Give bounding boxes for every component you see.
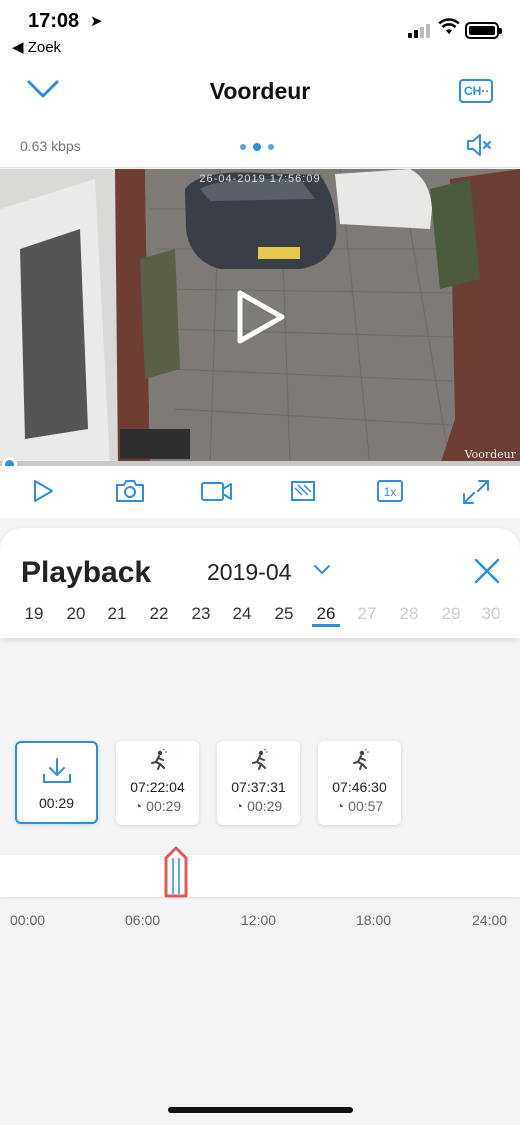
clip-start-time: 07:22:04: [130, 779, 185, 795]
chevron-down-icon[interactable]: [313, 564, 331, 576]
day-strip: 19 20 21 22 23 24 25 26 27 28 29 30: [0, 604, 520, 628]
timeline-track[interactable]: [0, 855, 520, 897]
channel-button[interactable]: CH··: [459, 79, 493, 103]
clip-duration: 00:29: [38, 795, 75, 811]
clock-icon: ◔: [234, 798, 248, 814]
day-item[interactable]: 21: [102, 604, 132, 624]
download-clip-card[interactable]: 00:29: [15, 741, 98, 824]
home-indicator[interactable]: [168, 1107, 353, 1113]
day-item[interactable]: 25: [269, 604, 299, 624]
svg-text:1x: 1x: [384, 485, 397, 499]
running-person-icon: [116, 748, 199, 776]
video-timestamp: 26-04-2019 17:56:09: [199, 173, 321, 185]
month-selector[interactable]: 2019-04: [207, 559, 291, 586]
clip-start-time: 07:46:30: [332, 779, 387, 795]
play-icon[interactable]: [31, 478, 55, 504]
record-icon[interactable]: [200, 478, 234, 504]
timeline-tick-label: 18:00: [356, 912, 392, 928]
download-icon: [17, 757, 96, 790]
location-arrow-icon: ➤: [90, 13, 103, 30]
day-item[interactable]: 20: [61, 604, 91, 624]
back-to-app-link[interactable]: ◀ Zoek: [12, 38, 61, 56]
playback-panel: Playback 2019-04 19 20 21 22 23 24 25 26…: [0, 528, 520, 638]
battery-icon: [465, 22, 502, 39]
timeline-tick-label: 00:00: [10, 912, 46, 928]
clip-duration-value: 00:29: [146, 798, 182, 814]
day-item: 30: [481, 604, 501, 623]
running-person-icon: [318, 748, 401, 776]
day-item[interactable]: 22: [144, 604, 174, 624]
clip-duration: ◔ 00:29: [116, 798, 199, 814]
camera-icon[interactable]: [115, 478, 145, 504]
day-item[interactable]: 23: [186, 604, 216, 624]
status-bar: 17:08 ➤ ◀ Zoek: [0, 0, 520, 60]
header: Voordeur CH·· 0.63 kbps: [0, 60, 520, 168]
fullscreen-icon[interactable]: [461, 478, 491, 506]
day-item: 27: [357, 604, 377, 623]
playback-title: Playback: [21, 556, 152, 589]
motion-clip-card[interactable]: 07:22:04 ◔ 00:29: [116, 741, 199, 825]
day-item[interactable]: 24: [227, 604, 257, 624]
play-overlay-icon[interactable]: [234, 288, 288, 346]
day-item: 28: [399, 604, 419, 623]
clock-icon: ◔: [133, 798, 147, 814]
clip-duration: ◔ 00:57: [318, 798, 401, 814]
speed-1x-icon[interactable]: 1x: [376, 478, 404, 504]
quality-icon[interactable]: [290, 478, 316, 504]
clip-duration: ◔ 00:29: [217, 798, 300, 814]
clip-duration-value: 00:29: [247, 798, 283, 814]
camera-overlay-label: Voordeur: [464, 448, 516, 461]
video-toolbar: 1x: [0, 466, 520, 518]
bitrate-label: 0.63 kbps: [20, 138, 81, 154]
page-dots-indicator: [240, 142, 280, 152]
timeline-tick-label: 24:00: [472, 912, 508, 928]
timeline-tick-label: 06:00: [125, 912, 161, 928]
motion-clip-card[interactable]: 07:37:31 ◔ 00:29: [217, 741, 300, 825]
day-item-selected[interactable]: 26: [311, 604, 341, 624]
motion-clip-card[interactable]: 07:46:30 ◔ 00:57: [318, 741, 401, 825]
status-time: 17:08: [28, 10, 80, 32]
day-item: 29: [441, 604, 461, 623]
cellular-signal-icon: [408, 22, 432, 38]
close-icon[interactable]: [474, 558, 500, 584]
timeline-cursor-marker[interactable]: [164, 846, 188, 900]
mute-speaker-icon[interactable]: [465, 132, 493, 158]
day-item[interactable]: 19: [19, 604, 49, 624]
wifi-icon: [438, 18, 460, 34]
clip-duration-value: 00:57: [348, 798, 384, 814]
selected-day-underline: [312, 624, 340, 627]
clock-icon: ◔: [335, 798, 349, 814]
running-person-icon: [217, 748, 300, 776]
timeline-tick-label: 12:00: [241, 912, 277, 928]
clip-start-time: 07:37:31: [231, 779, 286, 795]
page-title: Voordeur: [209, 78, 311, 104]
